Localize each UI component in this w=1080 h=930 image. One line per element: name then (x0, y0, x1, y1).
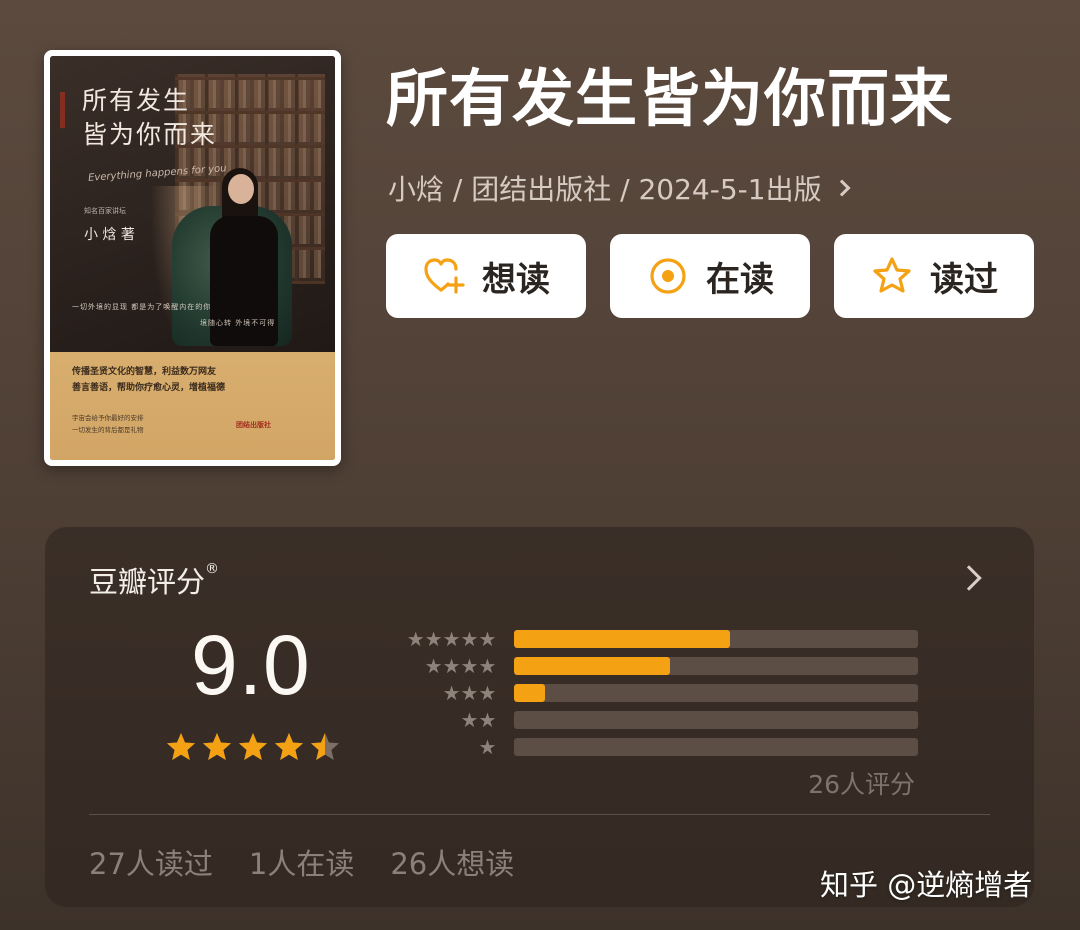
rating-star-icon (311, 733, 339, 760)
rating-title-text: 豆瓣评分 (89, 565, 206, 599)
rating-row-5-star: ★ ★ ★ ★ ★ (378, 625, 918, 652)
rating-row-stars: ★ ★ ★ ★ (378, 653, 497, 678)
cover-tagline: 一切外境的显现 都是为了唤醒内在的你 (72, 303, 212, 311)
rating-count: 26人评分 (808, 770, 915, 799)
reading-label: 在读 (706, 259, 774, 300)
reader-stats: 27人读过 1人在读 26人想读 (89, 841, 514, 883)
book-meta-text: 小焓 / 团结出版社 / 2024-5-1出版 (388, 173, 822, 206)
small-star-icon: ★ (406, 626, 425, 651)
small-star-icon: ★ (442, 680, 461, 705)
woman-head-graphic (228, 174, 254, 204)
rating-star-icon (203, 733, 231, 760)
rating-star-icon (275, 733, 303, 760)
rating-row-stars: ★ (378, 737, 496, 757)
chevron-right-icon[interactable] (956, 565, 982, 591)
want-count[interactable]: 26人想读 (390, 841, 514, 883)
cover-publisher-logo: 团结出版社 (236, 421, 271, 429)
rating-bar-track (514, 737, 918, 756)
rating-distribution: ★ ★ ★ ★ ★ ★ ★ ★ ★ ★ ★ ★ ★ ★ ★ (378, 625, 918, 760)
rating-bar-fill (514, 656, 670, 675)
small-star-icon: ★ (424, 626, 443, 651)
rating-card[interactable]: 豆瓣评分® 9.0 ★ ★ ★ ★ ★ ★ ★ ★ ★ ★ ★ ★ ★ ★ ★ 26人评分 27人读过 1人… (45, 527, 1034, 907)
divider (89, 814, 990, 815)
cover-band-line1: 传播圣贤文化的智慧，利益数万网友 (72, 367, 217, 377)
rating-bar-track (514, 683, 918, 702)
cover-title-line1: 所有发生 (82, 86, 191, 115)
rating-star-icon (167, 733, 195, 760)
heart-plus-icon (424, 258, 465, 294)
cover-band-line2: 善言善语，帮助你疗愈心灵，增植福德 (72, 383, 226, 393)
rating-bar-track (514, 656, 918, 675)
have-read-button[interactable]: 读过 (834, 234, 1034, 318)
rating-bar-fill (514, 629, 731, 648)
want-to-read-label: 想读 (482, 259, 550, 300)
watermark: 知乎 @逆熵增者 (820, 868, 1033, 902)
small-star-icon: ★ (424, 653, 443, 678)
small-star-icon: ★ (478, 626, 497, 651)
rating-row-3-star: ★ ★ ★ (378, 679, 918, 706)
read-count[interactable]: 27人读过 (89, 841, 213, 883)
rating-row-stars: ★ ★ ★ ★ ★ (378, 626, 497, 651)
cover-tagline-2: 境随心转 外境不可得 (200, 319, 276, 327)
registered-mark: ® (205, 561, 220, 577)
small-star-icon: ★ (460, 680, 479, 705)
have-read-label: 读过 (930, 259, 998, 300)
cover-author-note: 知名百家讲坛 (84, 207, 126, 215)
book-title: 所有发生皆为你而来 (386, 62, 954, 135)
small-star-icon: ★ (460, 626, 479, 651)
star-outline-icon (873, 257, 911, 293)
rating-score: 9.0 (191, 618, 311, 712)
chevron-right-icon (833, 179, 851, 197)
reading-button[interactable]: 在读 (610, 234, 810, 318)
rating-row-stars: ★ ★ ★ (378, 680, 497, 705)
rating-row-stars: ★ ★ (378, 707, 497, 732)
book-meta-link[interactable]: 小焓 / 团结出版社 / 2024-5-1出版 (388, 168, 851, 208)
cover-photo: 所有发生 皆为你而来 Everything happens for you 知名… (50, 56, 335, 352)
cover-title: 所有发生 皆为你而来 (82, 84, 217, 152)
rating-card-title: 豆瓣评分® (89, 559, 219, 601)
target-circle-icon (650, 258, 686, 294)
cover-seal (60, 92, 65, 128)
cover-band: 传播圣贤文化的智慧，利益数万网友 善言善语，帮助你疗愈心灵，增植福德 宇宙会给予… (50, 352, 335, 460)
small-star-icon: ★ (442, 626, 461, 651)
cover-band-small1: 宇宙会给予你最好的安排 (72, 414, 144, 422)
rating-row-4-star: ★ ★ ★ ★ (378, 652, 918, 679)
small-star-icon: ★ (478, 653, 497, 678)
cover-author: 小 焓 著 (84, 227, 135, 243)
small-star-icon: ★ (478, 680, 497, 705)
reading-count[interactable]: 1人在读 (249, 841, 354, 883)
want-to-read-button[interactable]: 想读 (386, 234, 586, 318)
cover-band-small2: 一切发生的背后都是礼物 (72, 426, 144, 434)
book-cover-image: 所有发生 皆为你而来 Everything happens for you 知名… (50, 56, 335, 460)
action-buttons: 想读 在读 读过 (386, 234, 1034, 318)
small-star-icon: ★ (442, 653, 461, 678)
rating-star-icon (239, 733, 267, 760)
small-star-icon: ★ (478, 707, 497, 732)
small-star-icon: ★ (460, 653, 479, 678)
book-cover[interactable]: 所有发生 皆为你而来 Everything happens for you 知名… (44, 50, 341, 466)
rating-row-2-star: ★ ★ (378, 706, 918, 733)
cover-title-line2: 皆为你而来 (82, 120, 218, 149)
rating-row-1-star: ★ (378, 733, 918, 760)
rating-bar-track (514, 629, 918, 648)
rating-bar-fill (514, 683, 546, 702)
rating-bar-track (514, 710, 918, 729)
small-star-icon: ★ (460, 707, 479, 732)
small-star-icon: ★ (478, 734, 497, 759)
score-stars (165, 731, 341, 763)
